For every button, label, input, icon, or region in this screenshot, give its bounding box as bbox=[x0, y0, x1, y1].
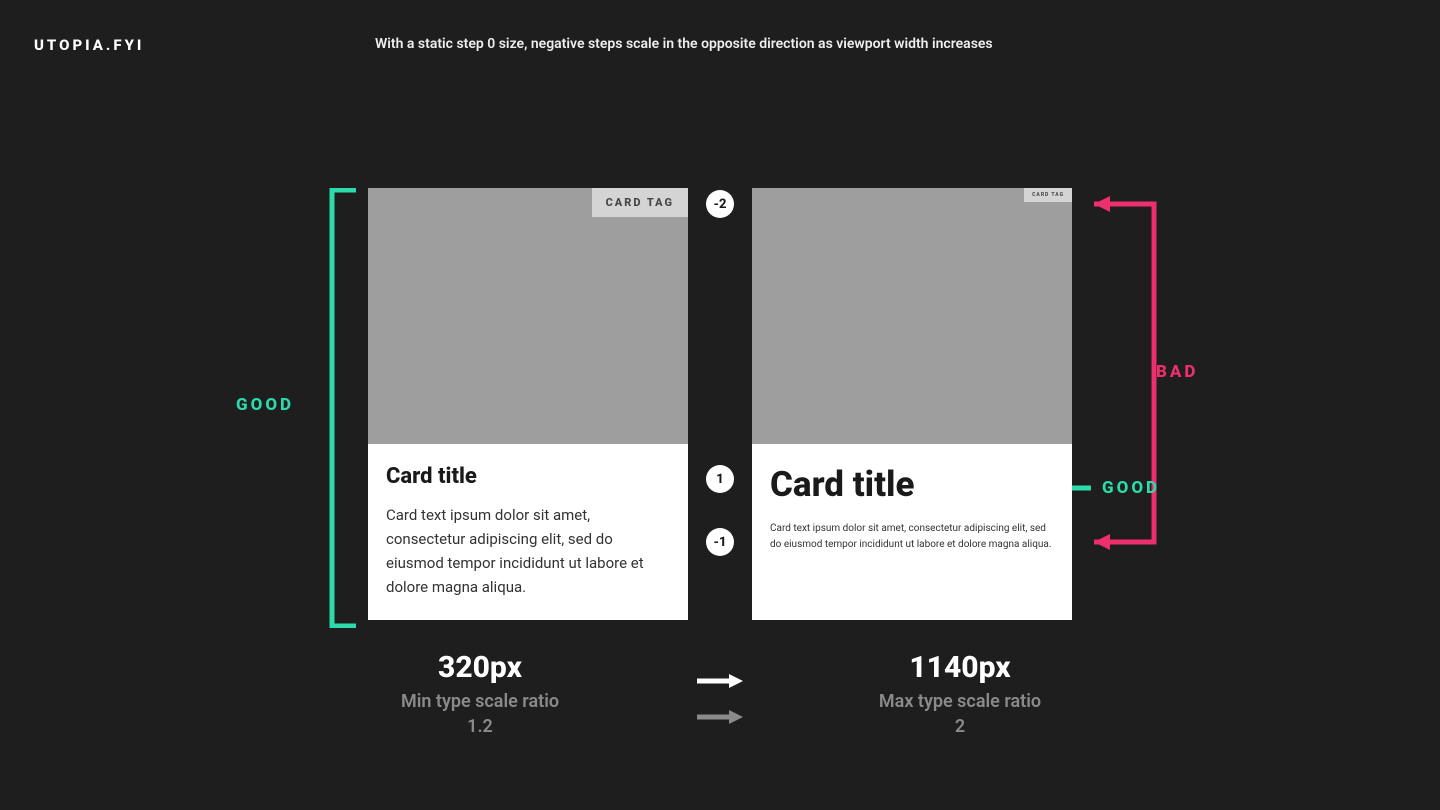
card-title: Card title bbox=[386, 464, 670, 489]
step-badge-neg1: -1 bbox=[706, 528, 734, 556]
diagram-stage: CARD TAG Card title Card text ipsum dolo… bbox=[0, 188, 1440, 620]
card-tag: CARD TAG bbox=[1024, 188, 1072, 202]
card-min-viewport: CARD TAG Card title Card text ipsum dolo… bbox=[368, 188, 688, 620]
max-ratio-label: Max type scale ratio bbox=[800, 691, 1120, 712]
card-max-viewport: CARD TAG Card title Card text ipsum dolo… bbox=[752, 188, 1072, 620]
label-good-left: GOOD bbox=[236, 395, 294, 415]
arrow-right-icon bbox=[695, 708, 745, 726]
brand-logo: UTOPIA.FYI bbox=[34, 36, 144, 54]
min-ratio-label: Min type scale ratio bbox=[320, 691, 640, 712]
page-subtitle: With a static step 0 size, negative step… bbox=[375, 36, 993, 52]
card-text: Card text ipsum dolor sit amet, consecte… bbox=[770, 521, 1054, 552]
step-badge-neg2: -2 bbox=[706, 190, 734, 218]
max-viewport-px: 1140px bbox=[800, 650, 1120, 685]
card-tag: CARD TAG bbox=[592, 188, 688, 217]
max-scale-col: 1140px Max type scale ratio 2 bbox=[800, 650, 1120, 737]
card-image-placeholder: CARD TAG bbox=[368, 188, 688, 444]
card-title: Card title bbox=[770, 464, 1054, 505]
max-ratio-value: 2 bbox=[800, 716, 1120, 737]
arrow-right-icon bbox=[695, 672, 745, 690]
label-bad: BAD bbox=[1156, 362, 1198, 382]
min-scale-col: 320px Min type scale ratio 1.2 bbox=[320, 650, 640, 737]
step-badge-1: 1 bbox=[706, 465, 734, 493]
card-image-placeholder: CARD TAG bbox=[752, 188, 1072, 444]
min-ratio-value: 1.2 bbox=[320, 716, 640, 737]
bottom-info: 320px Min type scale ratio 1.2 1140px Ma… bbox=[0, 650, 1440, 737]
label-good-right: GOOD bbox=[1102, 478, 1160, 498]
min-viewport-px: 320px bbox=[320, 650, 640, 685]
card-text: Card text ipsum dolor sit amet, consecte… bbox=[386, 503, 670, 599]
